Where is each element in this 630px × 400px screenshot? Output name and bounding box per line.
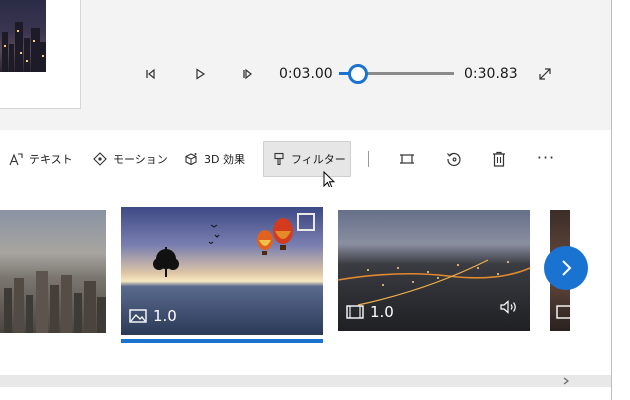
more-icon: ··· [536, 147, 556, 167]
seek-bar[interactable] [358, 72, 454, 75]
selected-clip-indicator [121, 339, 323, 343]
video-preview-frame [0, 0, 81, 109]
storyboard: 1.0 1.0 [0, 187, 611, 375]
filter-button[interactable]: フィルター [263, 141, 351, 177]
storyboard-clip[interactable] [0, 210, 106, 333]
clip-duration-value: 1.0 [370, 303, 394, 321]
edit-toolbar: テキスト モーション 3D 効果 フィルター ··· [0, 131, 611, 190]
toolbar-divider [368, 151, 369, 167]
window-bottom-edge [0, 387, 611, 400]
chevron-right-icon [562, 260, 572, 276]
storyboard-clip[interactable]: 1.0 [338, 210, 530, 331]
delete-icon [493, 151, 505, 167]
preview-area: 0:03.00 0:30.83 [0, 0, 611, 130]
motion-button-label: モーション [113, 153, 168, 166]
video-icon [346, 305, 364, 319]
next-clips-button[interactable] [544, 246, 588, 290]
text-button-label: テキスト [29, 153, 73, 166]
current-time: 0:03.00 [279, 66, 333, 82]
storyboard-scrollbar[interactable] [0, 375, 611, 387]
chevron-right-icon [563, 377, 569, 385]
rotate-button[interactable] [444, 149, 464, 169]
crop-button[interactable] [397, 149, 417, 169]
image-icon [129, 309, 147, 323]
3d-effects-button[interactable]: 3D 効果 [183, 141, 245, 177]
total-time: 0:30.83 [464, 66, 518, 82]
preview-image [0, 0, 46, 72]
play-button[interactable] [190, 64, 210, 84]
delete-button[interactable] [489, 149, 509, 169]
seek-thumb[interactable] [348, 64, 368, 84]
image-icon [556, 305, 570, 319]
rotate-icon [447, 152, 461, 167]
clip-duration: 1.0 [129, 307, 177, 325]
window-right-edge [611, 0, 630, 400]
more-button[interactable]: ··· [534, 147, 558, 167]
prev-frame-icon [146, 68, 155, 80]
play-icon [196, 68, 206, 80]
filter-button-label: フィルター [291, 153, 346, 166]
fullscreen-button[interactable] [535, 64, 555, 84]
fullscreen-icon [539, 68, 551, 80]
storyboard-clip-selected[interactable]: 1.0 [121, 207, 323, 335]
motion-button[interactable]: モーション [92, 141, 168, 177]
clip-duration-value: 1.0 [153, 307, 177, 325]
next-frame-button[interactable] [237, 64, 257, 84]
3d-effects-button-label: 3D 効果 [204, 153, 245, 166]
speaker-icon[interactable] [500, 300, 518, 314]
prev-frame-button[interactable] [140, 64, 160, 84]
motion-icon [92, 152, 108, 166]
next-frame-icon [243, 68, 252, 80]
3d-effects-icon [183, 152, 199, 166]
scroll-right-arrow[interactable] [560, 375, 572, 387]
filter-icon [272, 152, 286, 166]
clip-duration: 1.0 [346, 303, 394, 321]
text-button[interactable]: テキスト [8, 141, 73, 177]
clip-checkbox[interactable] [297, 213, 315, 231]
text-icon [8, 152, 24, 166]
crop-icon [400, 154, 414, 164]
